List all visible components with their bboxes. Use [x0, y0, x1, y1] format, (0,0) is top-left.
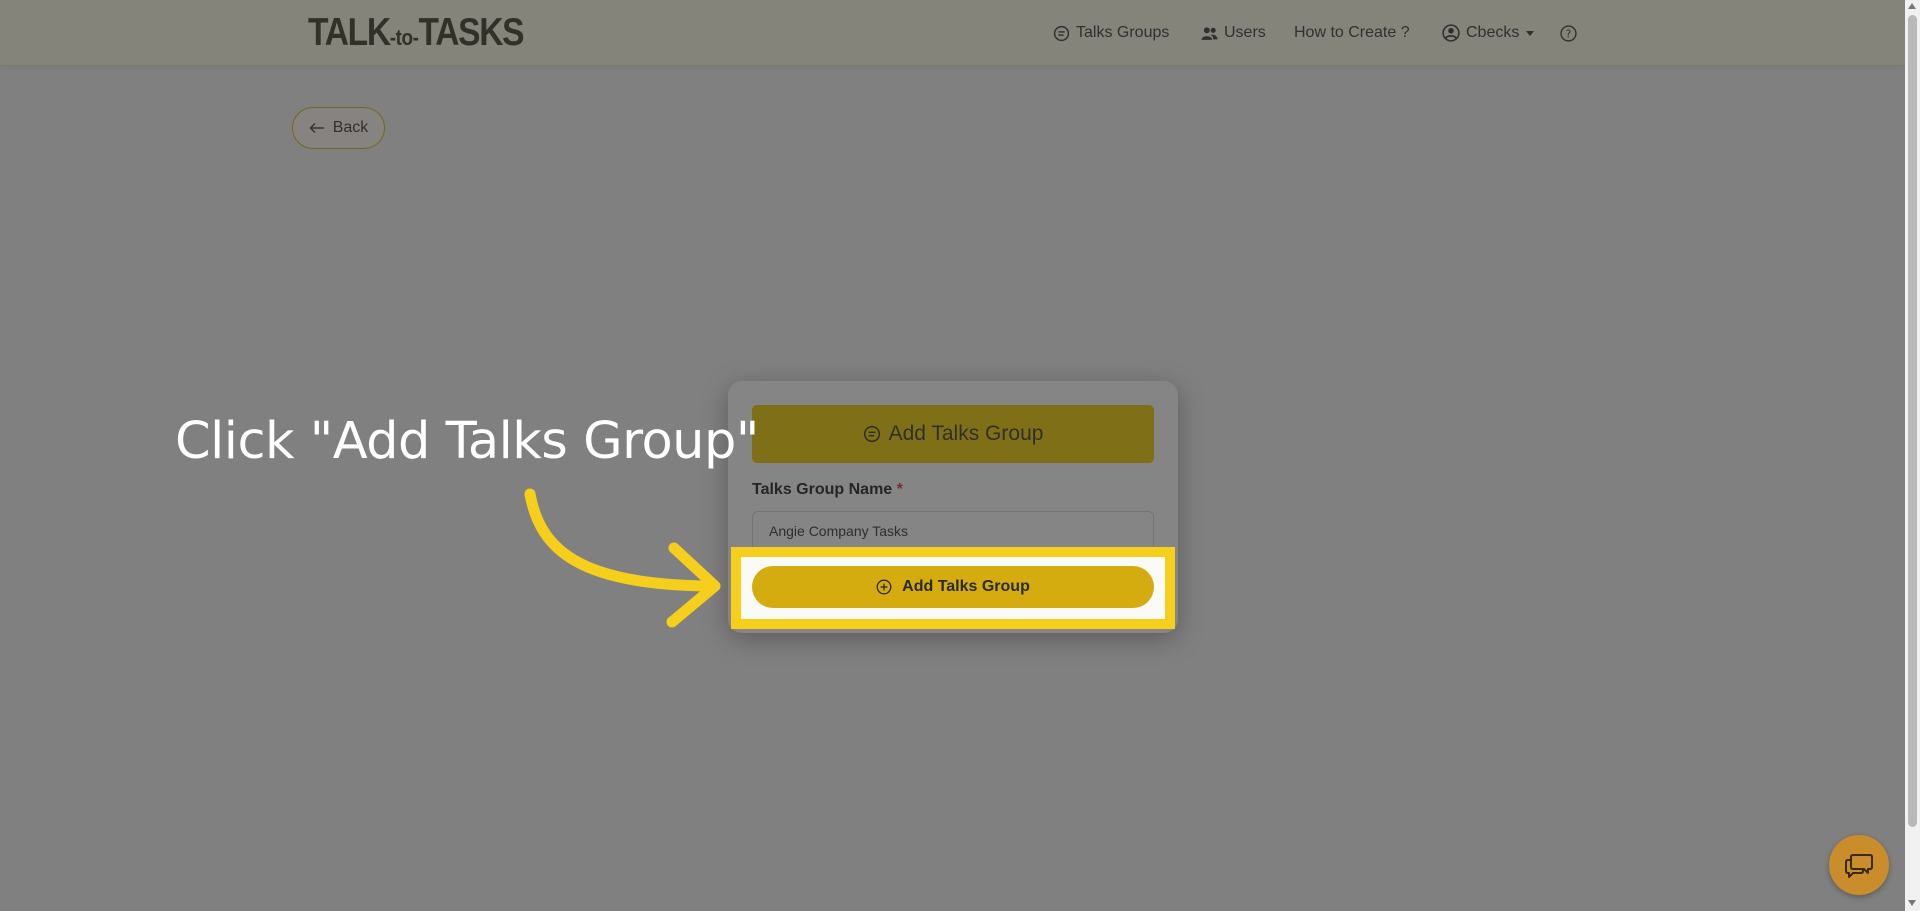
page-scrollbar[interactable]: [1905, 0, 1920, 911]
user-circle-icon: [1442, 24, 1460, 42]
help-circle-icon: ?: [1560, 24, 1577, 42]
nav-users-label: Users: [1224, 24, 1266, 41]
users-icon: [1201, 26, 1218, 40]
nav-how-to-create-label: How to Create ?: [1294, 24, 1410, 41]
scroll-down-icon[interactable]: [1908, 900, 1916, 906]
modal-title: Add Talks Group: [888, 422, 1044, 445]
back-button[interactable]: Back: [292, 107, 385, 149]
top-navbar: TALK-to-TASKS Talks Groups Users How to …: [0, 0, 1905, 66]
talks-group-name-label: Talks Group Name *: [752, 481, 903, 498]
nav-help[interactable]: ?: [1560, 22, 1577, 44]
pointer-arrow-icon: [524, 488, 721, 628]
modal-header: Add Talks Group: [752, 405, 1154, 463]
chevron-down-icon: [1526, 30, 1535, 36]
chat-bubbles-icon: [1845, 854, 1873, 878]
highlight-frame: [731, 547, 1175, 629]
arrow-left-icon: [309, 123, 324, 133]
scroll-thumb[interactable]: [1908, 15, 1917, 827]
chat-icon: [1053, 25, 1070, 41]
nav-how-to-create[interactable]: How to Create ?: [1294, 22, 1410, 44]
back-button-label: Back: [332, 119, 369, 136]
brand-logo[interactable]: TALK-to-TASKS: [308, 12, 525, 59]
chat-launcher-button[interactable]: [1829, 835, 1889, 895]
nav-user-menu-label: Cbecks: [1466, 24, 1520, 41]
nav-user-menu[interactable]: Cbecks: [1442, 22, 1535, 44]
nav-talks-groups-label: Talks Groups: [1076, 24, 1170, 41]
tutorial-callout: Click "Add Talks Group": [175, 412, 759, 471]
chat-icon: [863, 425, 880, 443]
nav-users[interactable]: Users: [1201, 22, 1266, 44]
svg-text:?: ?: [1566, 27, 1572, 40]
scroll-up-icon[interactable]: [1908, 3, 1916, 9]
nav-talks-groups[interactable]: Talks Groups: [1053, 22, 1169, 44]
talks-group-name-input[interactable]: [752, 511, 1154, 551]
required-marker: *: [896, 481, 903, 498]
